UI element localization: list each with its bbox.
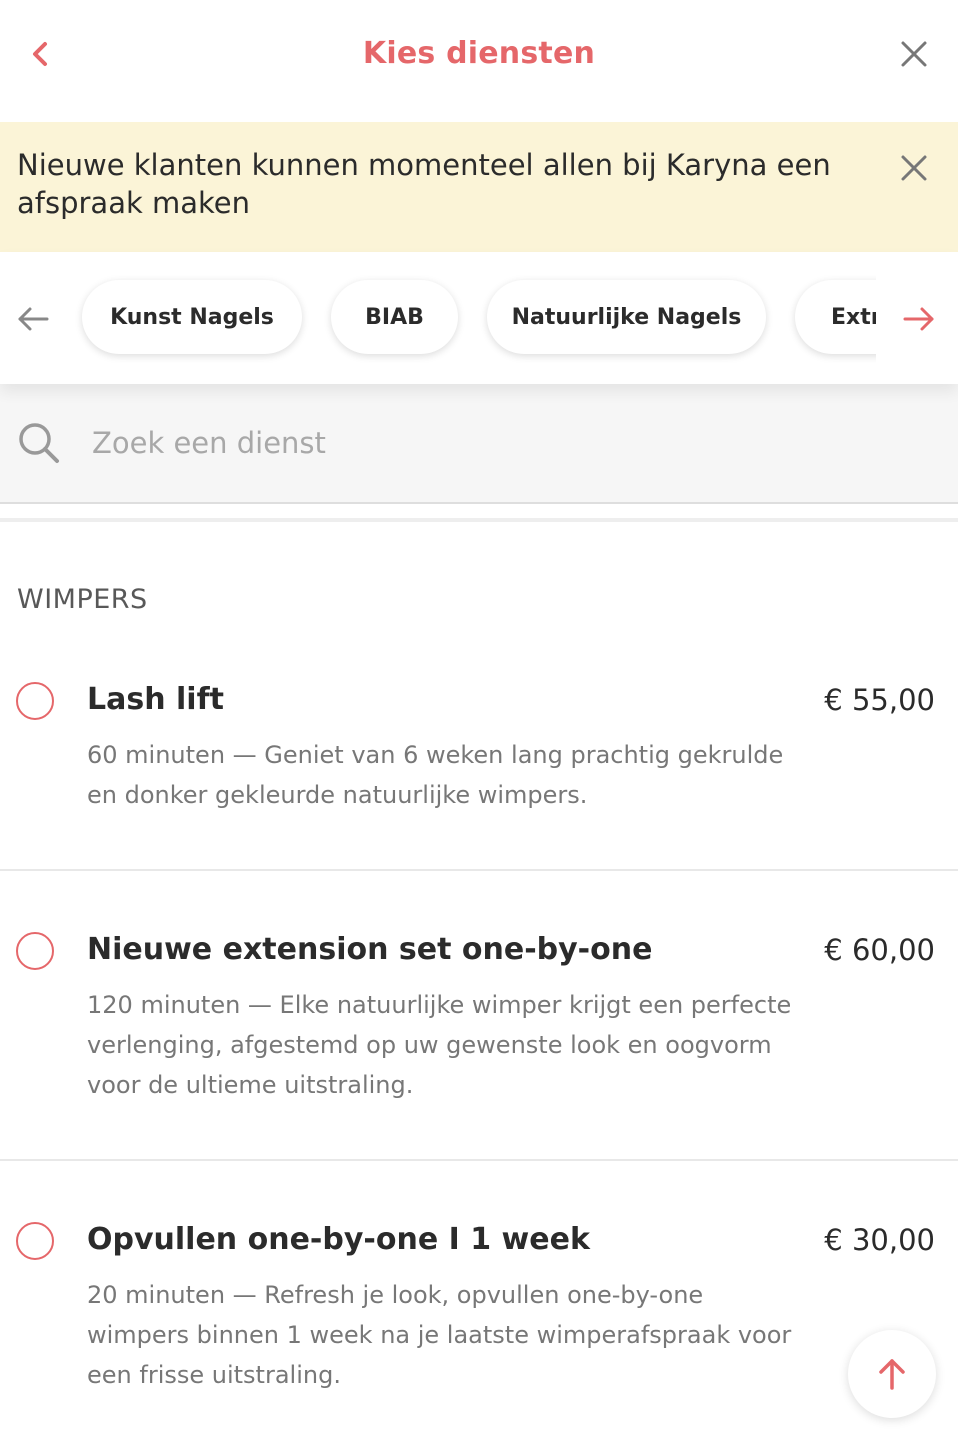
notice-close-button[interactable]: [894, 148, 934, 188]
service-description: 120 minuten — Elke natuurlijke wimper kr…: [87, 991, 792, 1099]
service-description: 60 minuten — Geniet van 6 weken lang pra…: [87, 741, 784, 809]
category-chip[interactable]: Extr: [795, 280, 876, 354]
close-button[interactable]: [894, 34, 934, 74]
arrow-left-icon: [18, 307, 49, 331]
category-prev-button[interactable]: [10, 296, 56, 342]
service-price: € 55,00: [824, 683, 935, 717]
service-item[interactable]: Nieuwe extension set one-by-one € 60,00 …: [0, 930, 958, 1158]
divider: [0, 869, 958, 871]
close-icon: [901, 155, 927, 181]
category-chip[interactable]: Natuurlijke Nagels: [487, 280, 766, 354]
search-input[interactable]: [92, 418, 912, 468]
section-title: WIMPERS: [17, 584, 148, 615]
close-icon: [901, 41, 927, 67]
category-chip[interactable]: Kunst Nagels: [82, 280, 302, 354]
notice-banner: Nieuwe klanten kunnen momenteel allen bi…: [0, 122, 958, 252]
category-chip[interactable]: BIAB: [331, 280, 458, 354]
service-name: Lash lift: [87, 682, 224, 717]
service-name: Opvullen one-by-one I 1 week: [87, 1222, 590, 1257]
notice-text: Nieuwe klanten kunnen momenteel allen bi…: [17, 148, 831, 220]
category-next-button[interactable]: [896, 296, 942, 342]
service-item[interactable]: Lash lift € 55,00 60 minuten — Geniet va…: [0, 680, 958, 870]
category-scroller: Kunst Nagels BIAB Natuurlijke Nagels Ext…: [70, 252, 876, 384]
service-item[interactable]: Opvullen one-by-one I 1 week € 30,00 20 …: [0, 1220, 958, 1440]
divider: [0, 518, 958, 522]
service-price: € 30,00: [824, 1223, 935, 1257]
service-description: 20 minuten — Refresh je look, opvullen o…: [87, 1281, 792, 1389]
page: Kies diensten Nieuwe klanten kunnen mome…: [0, 0, 958, 1440]
service-radio[interactable]: [16, 1222, 54, 1260]
service-name: Nieuwe extension set one-by-one: [87, 932, 653, 967]
header: Kies diensten: [0, 0, 958, 112]
category-bar: Kunst Nagels BIAB Natuurlijke Nagels Ext…: [0, 252, 958, 384]
search-bar: [0, 384, 958, 504]
service-price: € 60,00: [824, 933, 935, 967]
scroll-to-top-button[interactable]: [848, 1330, 936, 1418]
page-title: Kies diensten: [362, 36, 596, 71]
service-radio[interactable]: [16, 682, 54, 720]
arrow-up-icon: [879, 1359, 905, 1390]
arrow-right-icon: [903, 307, 934, 331]
divider: [0, 1159, 958, 1161]
service-radio[interactable]: [16, 932, 54, 970]
search-icon: [19, 423, 59, 463]
